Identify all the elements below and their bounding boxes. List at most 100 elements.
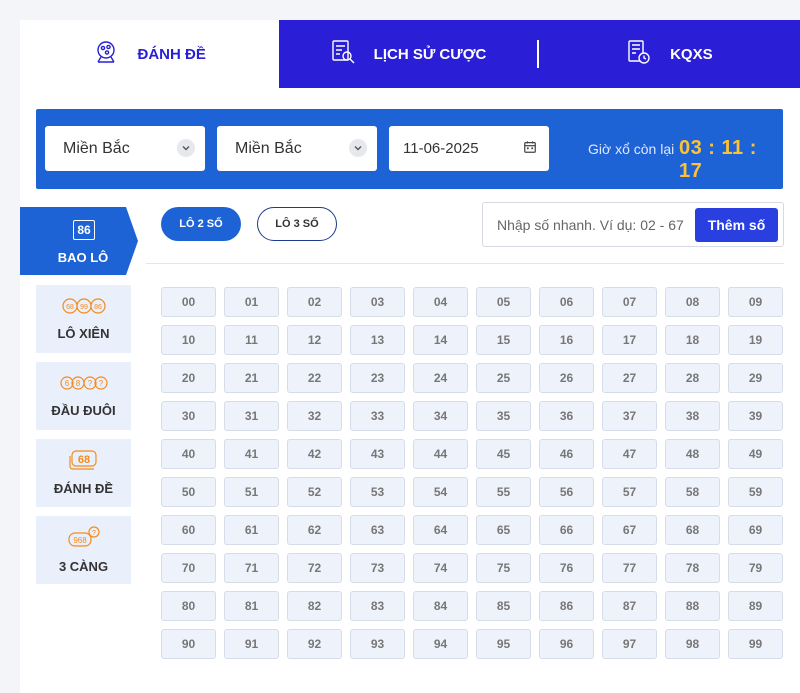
number-cell[interactable]: 77 (602, 553, 657, 583)
number-cell[interactable]: 24 (413, 363, 468, 393)
number-cell[interactable]: 09 (728, 287, 783, 317)
sidebar-item-lo-xien[interactable]: 68 99 86 LÔ XIÊN (36, 285, 131, 353)
number-cell[interactable]: 02 (287, 287, 342, 317)
number-cell[interactable]: 75 (476, 553, 531, 583)
number-cell[interactable]: 20 (161, 363, 216, 393)
lo-3-so-button[interactable]: LÔ 3 SỐ (257, 207, 337, 241)
number-cell[interactable]: 68 (665, 515, 720, 545)
number-cell[interactable]: 42 (287, 439, 342, 469)
number-cell[interactable]: 52 (287, 477, 342, 507)
number-cell[interactable]: 54 (413, 477, 468, 507)
number-cell[interactable]: 40 (161, 439, 216, 469)
number-cell[interactable]: 45 (476, 439, 531, 469)
number-cell[interactable]: 44 (413, 439, 468, 469)
tab-lich-su-cuoc[interactable]: LỊCH SỬ CƯỢC (279, 20, 536, 88)
number-cell[interactable]: 07 (602, 287, 657, 317)
number-cell[interactable]: 82 (287, 591, 342, 621)
sidebar-item-dau-duoi[interactable]: 6 8 ? ? ĐẦU ĐUÔI (36, 362, 131, 430)
number-cell[interactable]: 70 (161, 553, 216, 583)
number-cell[interactable]: 37 (602, 401, 657, 431)
number-cell[interactable]: 14 (413, 325, 468, 355)
number-cell[interactable]: 55 (476, 477, 531, 507)
number-cell[interactable]: 57 (602, 477, 657, 507)
number-cell[interactable]: 13 (350, 325, 405, 355)
number-cell[interactable]: 72 (287, 553, 342, 583)
number-cell[interactable]: 91 (224, 629, 279, 659)
number-cell[interactable]: 17 (602, 325, 657, 355)
number-cell[interactable]: 98 (665, 629, 720, 659)
number-cell[interactable]: 92 (287, 629, 342, 659)
number-cell[interactable]: 50 (161, 477, 216, 507)
number-cell[interactable]: 86 (539, 591, 594, 621)
number-cell[interactable]: 93 (350, 629, 405, 659)
number-cell[interactable]: 12 (287, 325, 342, 355)
number-cell[interactable]: 49 (728, 439, 783, 469)
number-cell[interactable]: 76 (539, 553, 594, 583)
number-cell[interactable]: 94 (413, 629, 468, 659)
number-cell[interactable]: 47 (602, 439, 657, 469)
number-cell[interactable]: 18 (665, 325, 720, 355)
number-cell[interactable]: 69 (728, 515, 783, 545)
number-cell[interactable]: 63 (350, 515, 405, 545)
number-cell[interactable]: 97 (602, 629, 657, 659)
number-cell[interactable]: 60 (161, 515, 216, 545)
number-cell[interactable]: 81 (224, 591, 279, 621)
number-cell[interactable]: 53 (350, 477, 405, 507)
number-cell[interactable]: 67 (602, 515, 657, 545)
number-cell[interactable]: 35 (476, 401, 531, 431)
number-cell[interactable]: 00 (161, 287, 216, 317)
number-cell[interactable]: 62 (287, 515, 342, 545)
number-cell[interactable]: 95 (476, 629, 531, 659)
number-cell[interactable]: 30 (161, 401, 216, 431)
number-cell[interactable]: 34 (413, 401, 468, 431)
number-cell[interactable]: 26 (539, 363, 594, 393)
number-cell[interactable]: 19 (728, 325, 783, 355)
sidebar-item-bao-lo[interactable]: 86 BAO LÔ (20, 207, 138, 275)
number-cell[interactable]: 28 (665, 363, 720, 393)
number-cell[interactable]: 88 (665, 591, 720, 621)
add-number-button[interactable]: Thêm số (695, 208, 778, 242)
number-cell[interactable]: 11 (224, 325, 279, 355)
province-select[interactable]: Miền Bắc (217, 126, 377, 171)
number-cell[interactable]: 43 (350, 439, 405, 469)
number-cell[interactable]: 31 (224, 401, 279, 431)
number-cell[interactable]: 36 (539, 401, 594, 431)
number-cell[interactable]: 33 (350, 401, 405, 431)
number-cell[interactable]: 64 (413, 515, 468, 545)
number-cell[interactable]: 65 (476, 515, 531, 545)
number-cell[interactable]: 85 (476, 591, 531, 621)
number-cell[interactable]: 84 (413, 591, 468, 621)
number-cell[interactable]: 27 (602, 363, 657, 393)
number-cell[interactable]: 71 (224, 553, 279, 583)
number-cell[interactable]: 41 (224, 439, 279, 469)
number-cell[interactable]: 03 (350, 287, 405, 317)
number-cell[interactable]: 10 (161, 325, 216, 355)
number-cell[interactable]: 74 (413, 553, 468, 583)
number-cell[interactable]: 08 (665, 287, 720, 317)
tab-danh-de[interactable]: ĐÁNH ĐỀ (20, 20, 280, 88)
date-picker[interactable]: 11-06-2025 (389, 126, 549, 171)
number-cell[interactable]: 22 (287, 363, 342, 393)
number-cell[interactable]: 96 (539, 629, 594, 659)
number-cell[interactable]: 87 (602, 591, 657, 621)
number-cell[interactable]: 79 (728, 553, 783, 583)
lo-2-so-button[interactable]: LÔ 2 SỐ (161, 207, 241, 241)
number-cell[interactable]: 66 (539, 515, 594, 545)
number-cell[interactable]: 51 (224, 477, 279, 507)
number-cell[interactable]: 29 (728, 363, 783, 393)
number-cell[interactable]: 06 (539, 287, 594, 317)
number-cell[interactable]: 90 (161, 629, 216, 659)
quick-number-input[interactable] (497, 215, 687, 235)
number-cell[interactable]: 80 (161, 591, 216, 621)
number-cell[interactable]: 16 (539, 325, 594, 355)
number-cell[interactable]: 89 (728, 591, 783, 621)
number-cell[interactable]: 83 (350, 591, 405, 621)
tab-kqxs[interactable]: KQXS (539, 20, 800, 88)
number-cell[interactable]: 04 (413, 287, 468, 317)
number-cell[interactable]: 15 (476, 325, 531, 355)
number-cell[interactable]: 38 (665, 401, 720, 431)
number-cell[interactable]: 56 (539, 477, 594, 507)
number-cell[interactable]: 78 (665, 553, 720, 583)
number-cell[interactable]: 23 (350, 363, 405, 393)
number-cell[interactable]: 48 (665, 439, 720, 469)
